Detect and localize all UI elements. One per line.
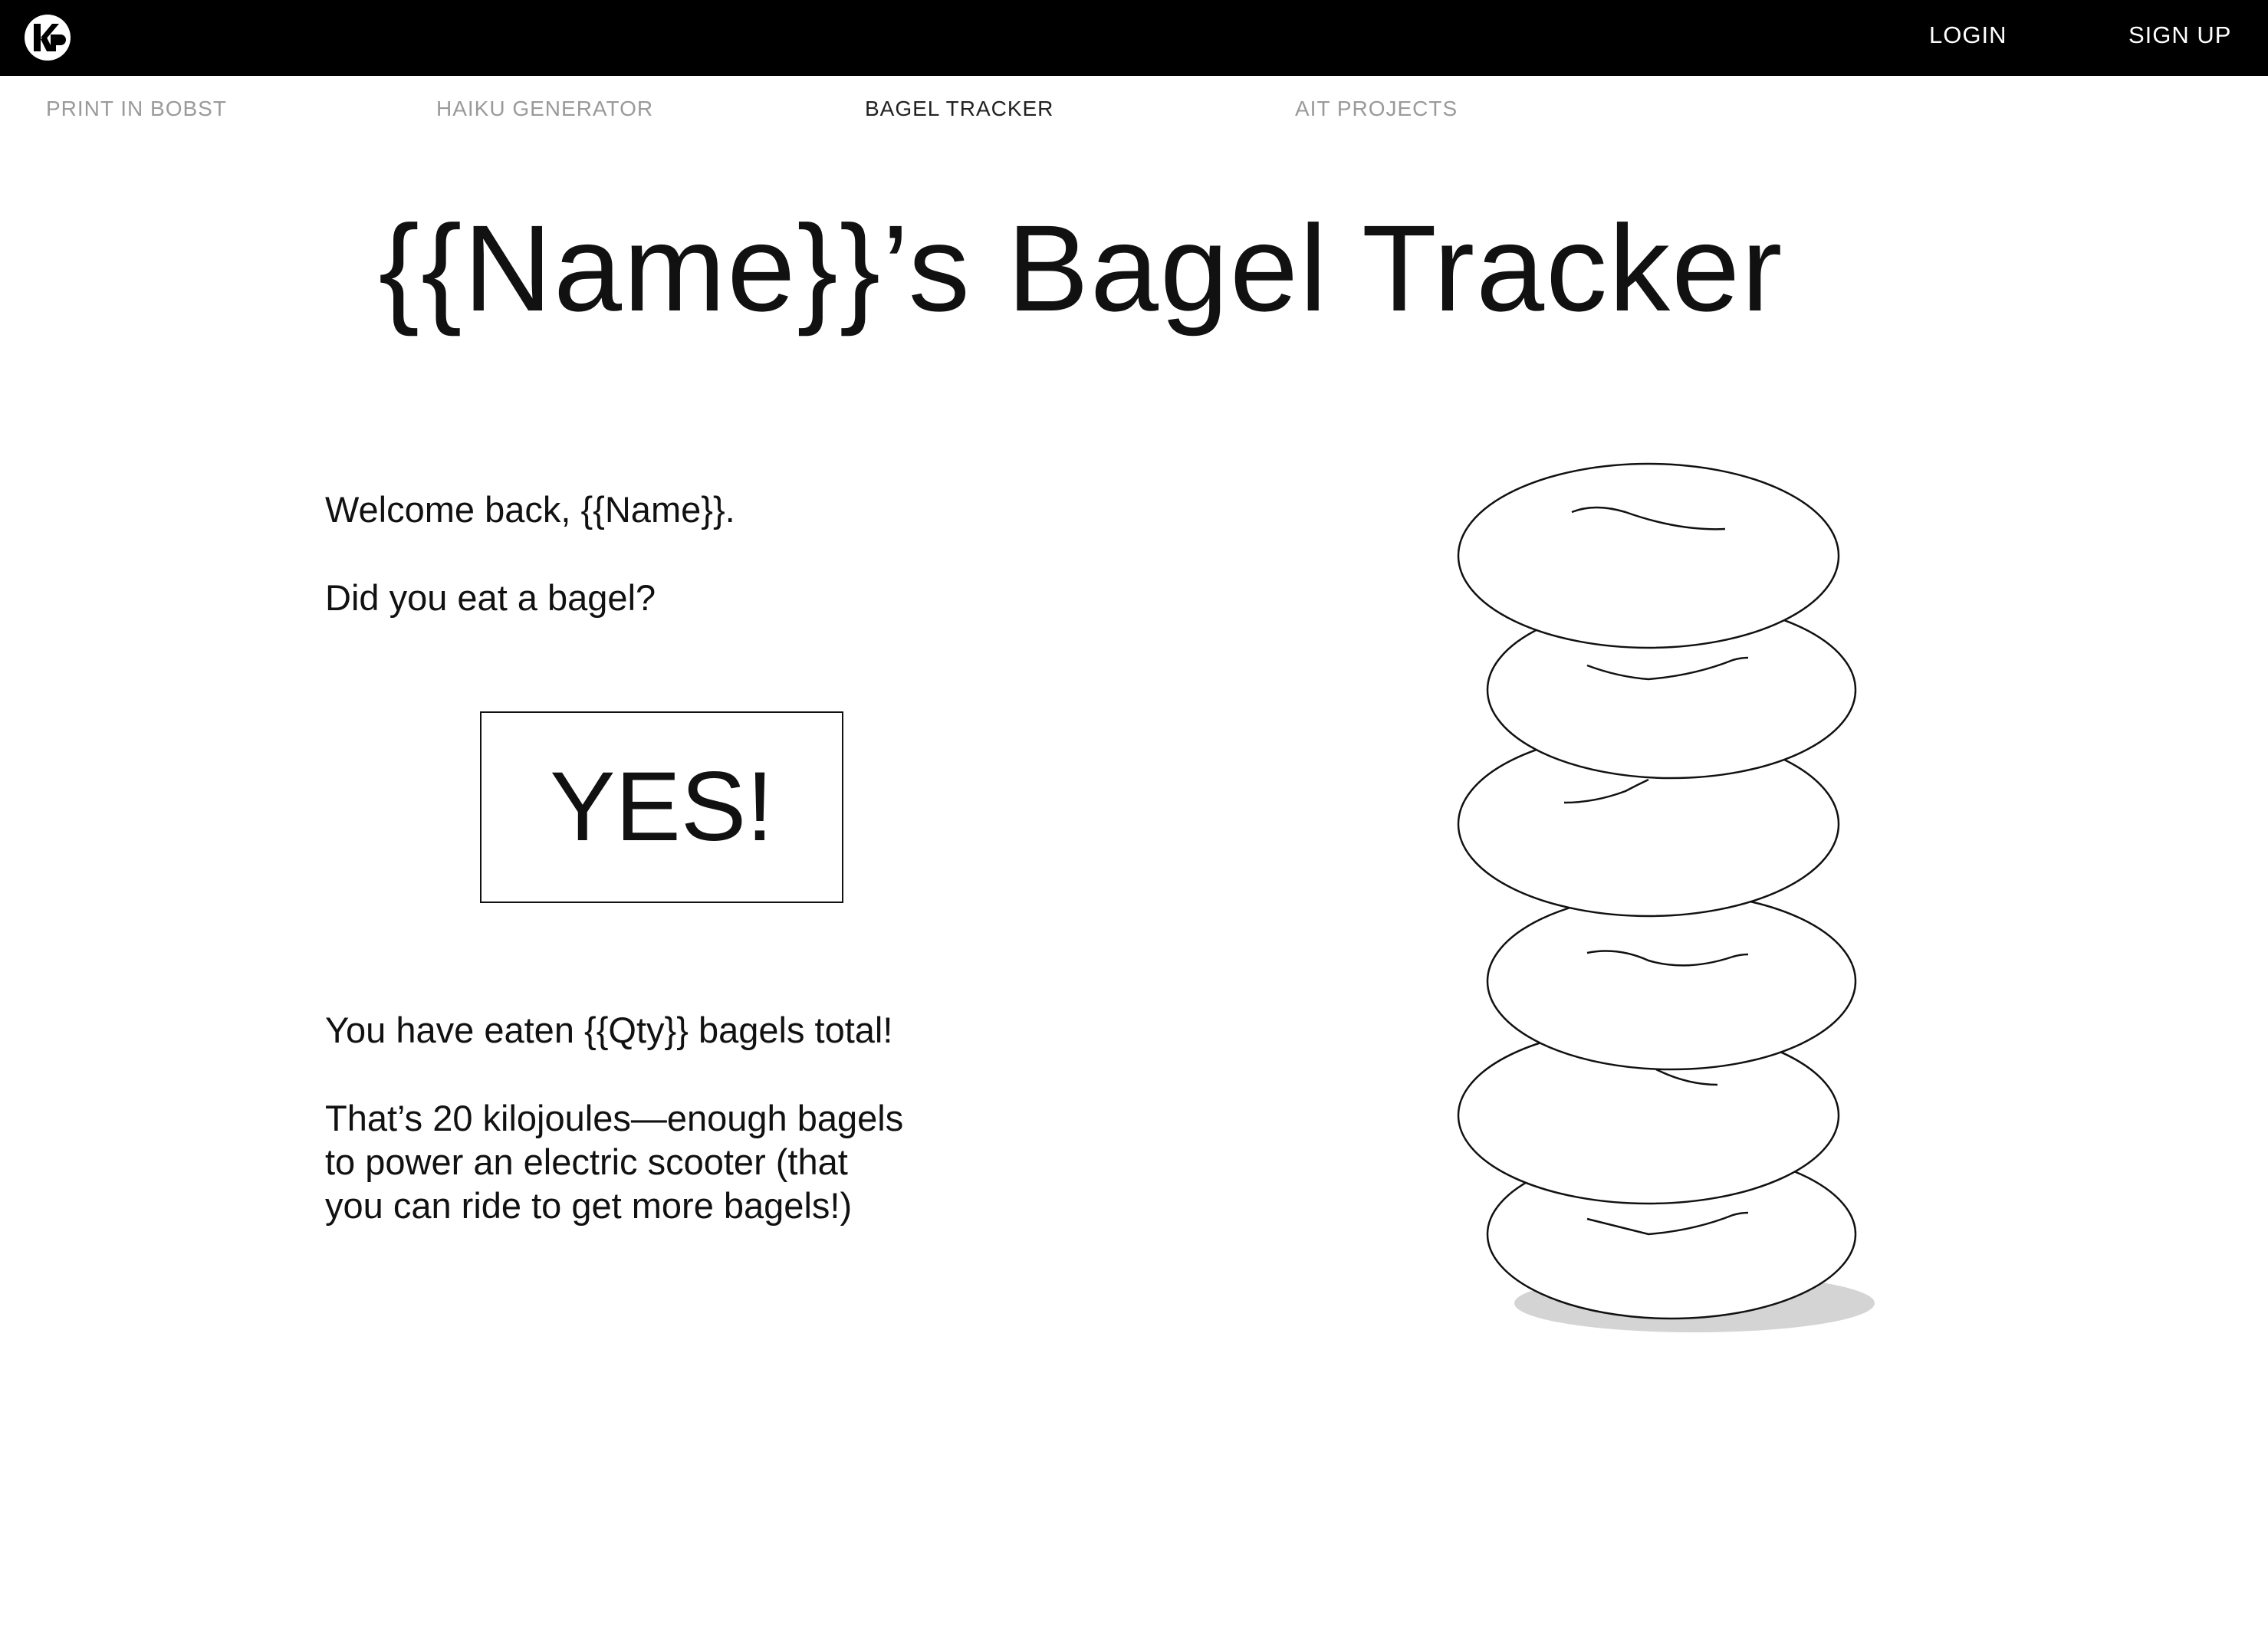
login-link[interactable]: LOGIN	[1929, 21, 2007, 49]
energy-line-2: to power an electric scooter (that	[325, 1141, 848, 1182]
nav-item-bagel-tracker[interactable]: BAGEL TRACKER	[865, 97, 1053, 121]
bagel-1	[1457, 462, 1840, 649]
bagel-4	[1486, 892, 1857, 1071]
top-bar: LOGIN SIGN UP	[0, 0, 2268, 76]
yes-button[interactable]: YES!	[480, 711, 843, 903]
nav-item-haiku-generator[interactable]: HAIKU GENERATOR	[436, 97, 653, 121]
signup-link[interactable]: SIGN UP	[2128, 21, 2231, 49]
bagel-total-text: You have eaten {{Qty}} bagels total!	[325, 1010, 893, 1050]
bagel-question: Did you eat a bagel?	[325, 577, 656, 618]
energy-line-3: you can ride to get more bagels!)	[325, 1185, 853, 1226]
energy-fact-text: That’s 20 kilojoules—enough bagels to po…	[325, 1096, 1015, 1227]
page-title: {{Name}}’s Bagel Tracker	[378, 199, 1784, 337]
nav-item-print-in-bobst[interactable]: PRINT IN BOBST	[46, 97, 227, 121]
energy-line-1: That’s 20 kilojoules—enough bagels	[325, 1098, 904, 1138]
welcome-message: Welcome back, {{Name}}.	[325, 489, 735, 530]
kp-logo-icon[interactable]	[23, 13, 72, 62]
nav-item-ait-projects[interactable]: AIT PROJECTS	[1295, 97, 1458, 121]
bagel-stack-illustration	[1457, 462, 1875, 1332]
